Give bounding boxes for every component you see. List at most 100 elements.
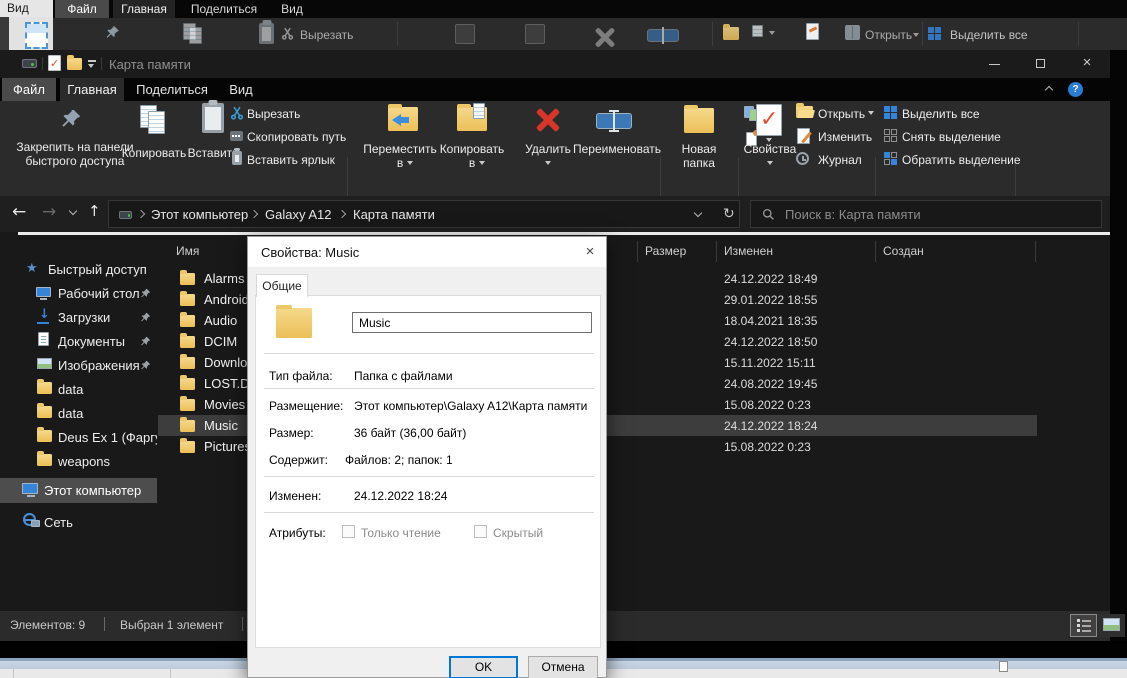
rename-button[interactable]: Переименовать	[558, 103, 676, 175]
maximize-button[interactable]	[1018, 50, 1064, 78]
cancel-button[interactable]: Отмена	[528, 656, 598, 678]
sidebar-item-network[interactable]: Сеть	[0, 510, 157, 534]
address-row: ← → ↑ Этот компьютер Galaxy A12 Карта па…	[0, 196, 1110, 232]
status-item-count: Элементов: 9	[10, 618, 85, 632]
dialog-titlebar[interactable]: Свойства: Music ×	[248, 237, 606, 267]
tab-view[interactable]: Вид	[220, 78, 262, 101]
dialog-close-button[interactable]: ×	[578, 241, 602, 263]
collapse-ribbon-icon[interactable]	[1045, 86, 1053, 94]
sidebar-item-downloads[interactable]: ↓ Загрузки	[0, 306, 157, 330]
minimize-button[interactable]	[972, 50, 1018, 78]
sidebar-item-pictures[interactable]: Изображения	[0, 354, 157, 378]
cut-button[interactable]: Вырезать	[226, 104, 344, 123]
window-title: Карта памяти	[109, 57, 191, 72]
divider	[42, 57, 43, 70]
select-all-button[interactable]: Выделить все	[880, 104, 1012, 123]
paste-icon	[202, 103, 224, 133]
scissors-icon	[230, 106, 244, 120]
bg-tab-view[interactable]: Вид	[272, 0, 312, 18]
resize-grip[interactable]	[999, 661, 1008, 672]
properties-icon: ✓	[756, 104, 782, 136]
pin-icon	[140, 288, 151, 299]
breadcrumb-this-pc[interactable]: Этот компьютер	[151, 207, 248, 222]
location-label: Размещение:	[269, 399, 343, 413]
qat-properties-icon[interactable]: ✓	[48, 55, 61, 71]
forward-button[interactable]: →	[42, 202, 56, 222]
bg-cut-label[interactable]: Вырезать	[300, 28, 353, 42]
type-value: Папка с файлами	[354, 369, 453, 383]
desktop-icon	[36, 287, 51, 297]
copy-path-button[interactable]: Скопировать путь	[226, 127, 344, 146]
sidebar-item-documents[interactable]: Документы	[0, 330, 157, 354]
easy-access-icon	[752, 25, 763, 37]
breadcrumb-chevron-icon[interactable]	[250, 210, 258, 218]
bg-open-label[interactable]: Открыть	[865, 28, 912, 42]
bg-tab-share[interactable]: Поделиться	[186, 0, 262, 18]
refresh-button[interactable]: ↻	[723, 206, 735, 222]
folder-icon	[180, 273, 195, 285]
tab-home[interactable]: Главная	[60, 78, 124, 101]
size-label: Размер:	[269, 426, 314, 440]
sidebar-item-deus-ex[interactable]: Deus Ex 1 (Фаргус (	[0, 426, 157, 450]
downloads-icon: ↓	[39, 307, 50, 322]
breadcrumb-device[interactable]: Galaxy A12	[265, 207, 332, 222]
divider	[1078, 22, 1079, 46]
ribbon: Закрепить на панели быстрого доступа Коп…	[0, 101, 1110, 196]
paste-shortcut-button[interactable]: Вставить ярлык	[226, 150, 344, 169]
dialog-tab-general[interactable]: Общие	[256, 274, 308, 297]
close-button[interactable]: ×	[1064, 50, 1110, 78]
sidebar-item-data2[interactable]: data	[0, 402, 157, 426]
address-dropdown-icon[interactable]	[694, 209, 702, 217]
screen: Вид Файл Главная Поделиться Вид Вырезать	[0, 0, 1127, 678]
recent-locations-icon[interactable]	[69, 207, 77, 215]
thumbnails-view-button[interactable]	[1098, 614, 1125, 637]
modified-value: 24.12.2022 18:24	[354, 489, 447, 503]
bg-select-all-label[interactable]: Выделить все	[950, 28, 1028, 42]
readonly-checkbox[interactable]	[342, 525, 355, 538]
up-button[interactable]: ↑	[88, 202, 101, 220]
sidebar-item-desktop[interactable]: Рабочий стол	[0, 282, 157, 306]
details-view-icon	[1077, 619, 1080, 622]
column-header-created[interactable]: Создан	[883, 244, 924, 258]
sidebar-item-quick-access[interactable]: ★ Быстрый доступ	[0, 258, 157, 282]
ok-button[interactable]: OK	[449, 656, 518, 678]
invert-selection-button[interactable]: Обратить выделение	[880, 150, 1015, 169]
new-folder-button[interactable]: Новая папка	[660, 103, 738, 175]
qat-customize-icon[interactable]	[88, 60, 96, 68]
sidebar-item-weapons[interactable]: weapons	[0, 450, 157, 474]
qat-folder-icon[interactable]	[67, 58, 82, 70]
hidden-checkbox[interactable]	[474, 525, 487, 538]
breadcrumb-chevron-icon[interactable]	[338, 210, 346, 218]
paste-icon	[259, 23, 274, 44]
breadcrumb-chevron-icon[interactable]	[137, 210, 145, 218]
select-none-button[interactable]: Снять выделение	[880, 127, 1012, 146]
column-header-size[interactable]: Размер	[645, 244, 686, 258]
search-input[interactable]	[785, 203, 1085, 225]
far-window-ribbon-fragment	[9, 17, 53, 50]
bg-tab-home[interactable]: Главная	[113, 0, 175, 18]
folder-name-input[interactable]	[352, 312, 592, 333]
column-header-modified[interactable]: Изменен	[724, 244, 773, 258]
bg-tab-file[interactable]: Файл	[55, 0, 109, 18]
column-header-name[interactable]: Имя	[176, 244, 199, 258]
far-window-view-menu[interactable]: Вид	[7, 1, 29, 15]
titlebar[interactable]: ✓ Карта памяти ×	[0, 50, 1110, 78]
location-value: Этот компьютер\Galaxy A12\Карта памяти	[354, 399, 587, 413]
back-button[interactable]: ←	[12, 202, 26, 222]
pictures-icon	[37, 358, 52, 369]
rename-icon	[596, 113, 632, 129]
breadcrumb-sdcard[interactable]: Карта памяти	[353, 207, 435, 222]
details-view-button[interactable]	[1070, 614, 1097, 637]
open-folder-icon	[796, 106, 813, 118]
address-bar[interactable]: Этот компьютер Galaxy A12 Карта памяти ↻	[108, 200, 740, 228]
pin-icon	[140, 312, 151, 323]
pin-icon	[140, 360, 151, 371]
tab-file[interactable]: Файл	[2, 78, 56, 101]
copy-path-icon	[230, 131, 243, 141]
sidebar-item-this-pc[interactable]: Этот компьютер	[0, 478, 157, 503]
paste-shortcut-icon	[232, 151, 242, 165]
sidebar-item-data1[interactable]: data	[0, 378, 157, 402]
help-button[interactable]: ?	[1068, 82, 1083, 97]
tab-share[interactable]: Поделиться	[132, 78, 212, 101]
search-box[interactable]	[750, 200, 1102, 228]
